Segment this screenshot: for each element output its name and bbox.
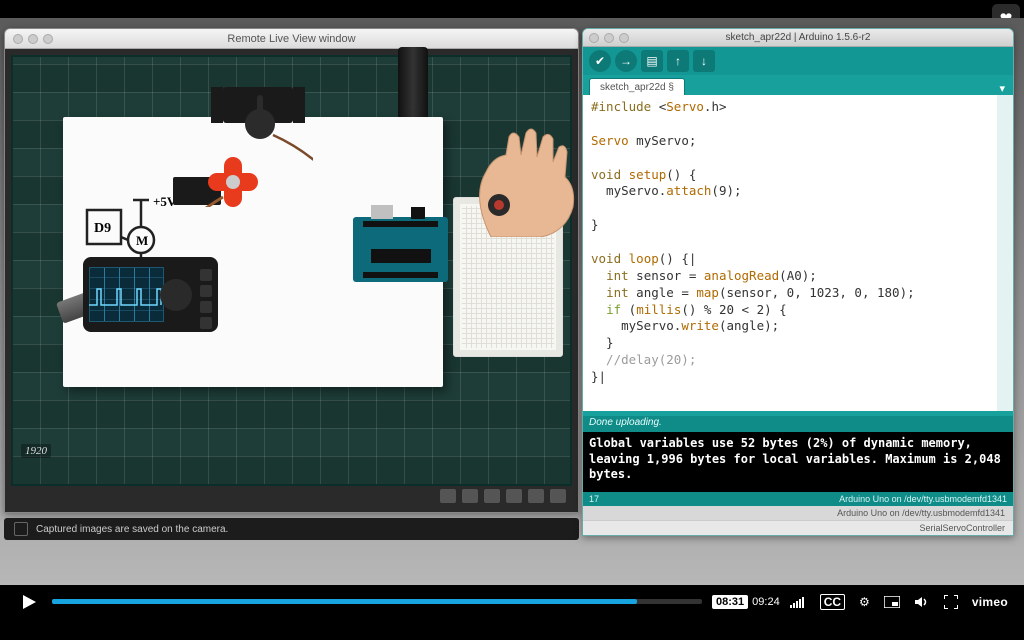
seek-bar[interactable] [52,599,702,604]
traffic-lights[interactable] [13,34,53,44]
volume-icon[interactable] [914,595,930,609]
ide-toolbar: ✔ → ▤ ↑ ↓ [583,47,1013,75]
open-sketch-button[interactable]: ↑ [667,50,689,72]
pocket-oscilloscope [83,257,218,332]
ide-console: Global variables use 52 bytes (2%) of dy… [583,432,1013,492]
footer-button-6[interactable] [550,489,566,503]
pip-icon[interactable] [884,596,900,608]
tab-menu-icon[interactable]: ▾ [991,82,1013,95]
arduino-uno-board [353,217,448,282]
servo-horn-red [208,157,258,207]
upload-button[interactable]: → [615,50,637,72]
live-view-footer [11,486,572,506]
camera-status-strip: Captured images are saved on the camera. [4,518,579,540]
traffic-lights[interactable] [589,33,629,43]
video-player-bar: 08:31 09:24 CC ⚙ vimeo [0,585,1024,640]
footer-button-3[interactable] [484,489,500,503]
sketch-tab[interactable]: sketch_apr22d § [589,78,685,95]
mac-status-2: SerialServoController [583,520,1013,535]
diagram-motor-label: M [136,233,148,248]
signal-icon[interactable] [790,596,806,608]
window-title: Remote Live View window [227,33,355,45]
camera-view: D9 M +5V [11,55,572,486]
verify-button[interactable]: ✔ [589,50,611,72]
code-editor[interactable]: #include <Servo.h> Servo myServo; void s… [583,95,1013,411]
breadboard [453,197,563,357]
ide-window-title: sketch_apr22d | Arduino 1.5.6-r2 [726,32,871,43]
ide-tabs: sketch_apr22d § ▾ [583,75,1013,95]
footer-button-4[interactable] [506,489,522,503]
ide-status-line: Done uploading. [583,416,1013,432]
footer-button-5[interactable] [528,489,544,503]
total-time: 09:24 [752,596,780,608]
resolution-badge: 1920 [21,444,51,458]
mac-status-1: Arduino Uno on /dev/tty.usbmodemfd1341 [583,506,1013,520]
footer-button-1[interactable] [440,489,456,503]
time-display: 08:31 09:24 [712,595,780,609]
ide-board-port: Arduino Uno on /dev/tty.usbmodemfd1341 [839,494,1007,504]
servo-horn-black [245,109,275,139]
ide-line-number: 17 [589,494,599,504]
cc-button[interactable]: CC [820,594,845,610]
vimeo-logo[interactable]: vimeo [972,595,1008,609]
current-time: 08:31 [712,595,748,609]
seek-progress [52,599,637,604]
fullscreen-icon[interactable] [944,595,958,609]
status-checkbox-icon [14,522,28,536]
arduino-ide-window: sketch_apr22d | Arduino 1.5.6-r2 ✔ → ▤ ↑… [582,28,1014,536]
camera-status-text: Captured images are saved on the camera. [36,524,228,535]
ide-footer: 17 Arduino Uno on /dev/tty.usbmodemfd134… [583,492,1013,506]
save-sketch-button[interactable]: ↓ [693,50,715,72]
footer-button-2[interactable] [462,489,478,503]
remote-live-view-window: Remote Live View window D9 M [4,28,579,513]
diagram-pin-label: D9 [94,221,111,236]
new-sketch-button[interactable]: ▤ [641,50,663,72]
window-titlebar[interactable]: Remote Live View window [5,29,578,49]
settings-icon[interactable]: ⚙ [859,595,870,609]
ide-titlebar[interactable]: sketch_apr22d | Arduino 1.5.6-r2 [583,29,1013,47]
play-button[interactable] [16,589,42,615]
